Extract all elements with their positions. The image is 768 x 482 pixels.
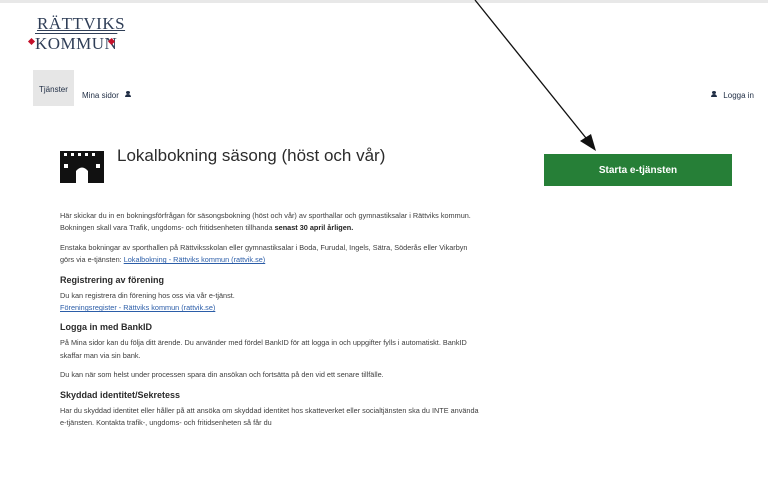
foreningsregister-link[interactable]: Föreningsregister - Rättviks kommun (rat… [60,303,215,312]
main-content: Här skickar du in en bokningsförfrågan f… [60,210,480,436]
single-booking-paragraph: Enstaka bokningar av sporthallen på Rätt… [60,242,480,267]
bankid-paragraph: På Mina sidor kan du följa ditt ärende. … [60,338,467,360]
protected-identity-paragraph: Har du skyddad identitet eller håller på… [60,405,479,428]
registration-text: Du kan registrera din förening hos oss v… [60,290,235,300]
save-paragraph: Du kan när som helst under processen spa… [60,370,384,380]
registration-paragraph: Du kan registrera din förening hos oss v… [60,290,480,315]
section-heading-protected-identity: Skyddad identitet/Sekretess [60,389,181,400]
intro-text: Här skickar du in en bokningsförfrågan f… [60,211,471,233]
section-heading-bankid: Logga in med BankID [60,322,153,333]
intro-paragraph: Här skickar du in en bokningsförfrågan f… [60,210,480,235]
lokalbokning-link[interactable]: Lokalbokning - Rättviks kommun (rattvik.… [124,255,266,264]
section-heading-registration: Registrering av förening [60,274,165,285]
deadline-text: senast 30 april årligen. [274,223,354,233]
